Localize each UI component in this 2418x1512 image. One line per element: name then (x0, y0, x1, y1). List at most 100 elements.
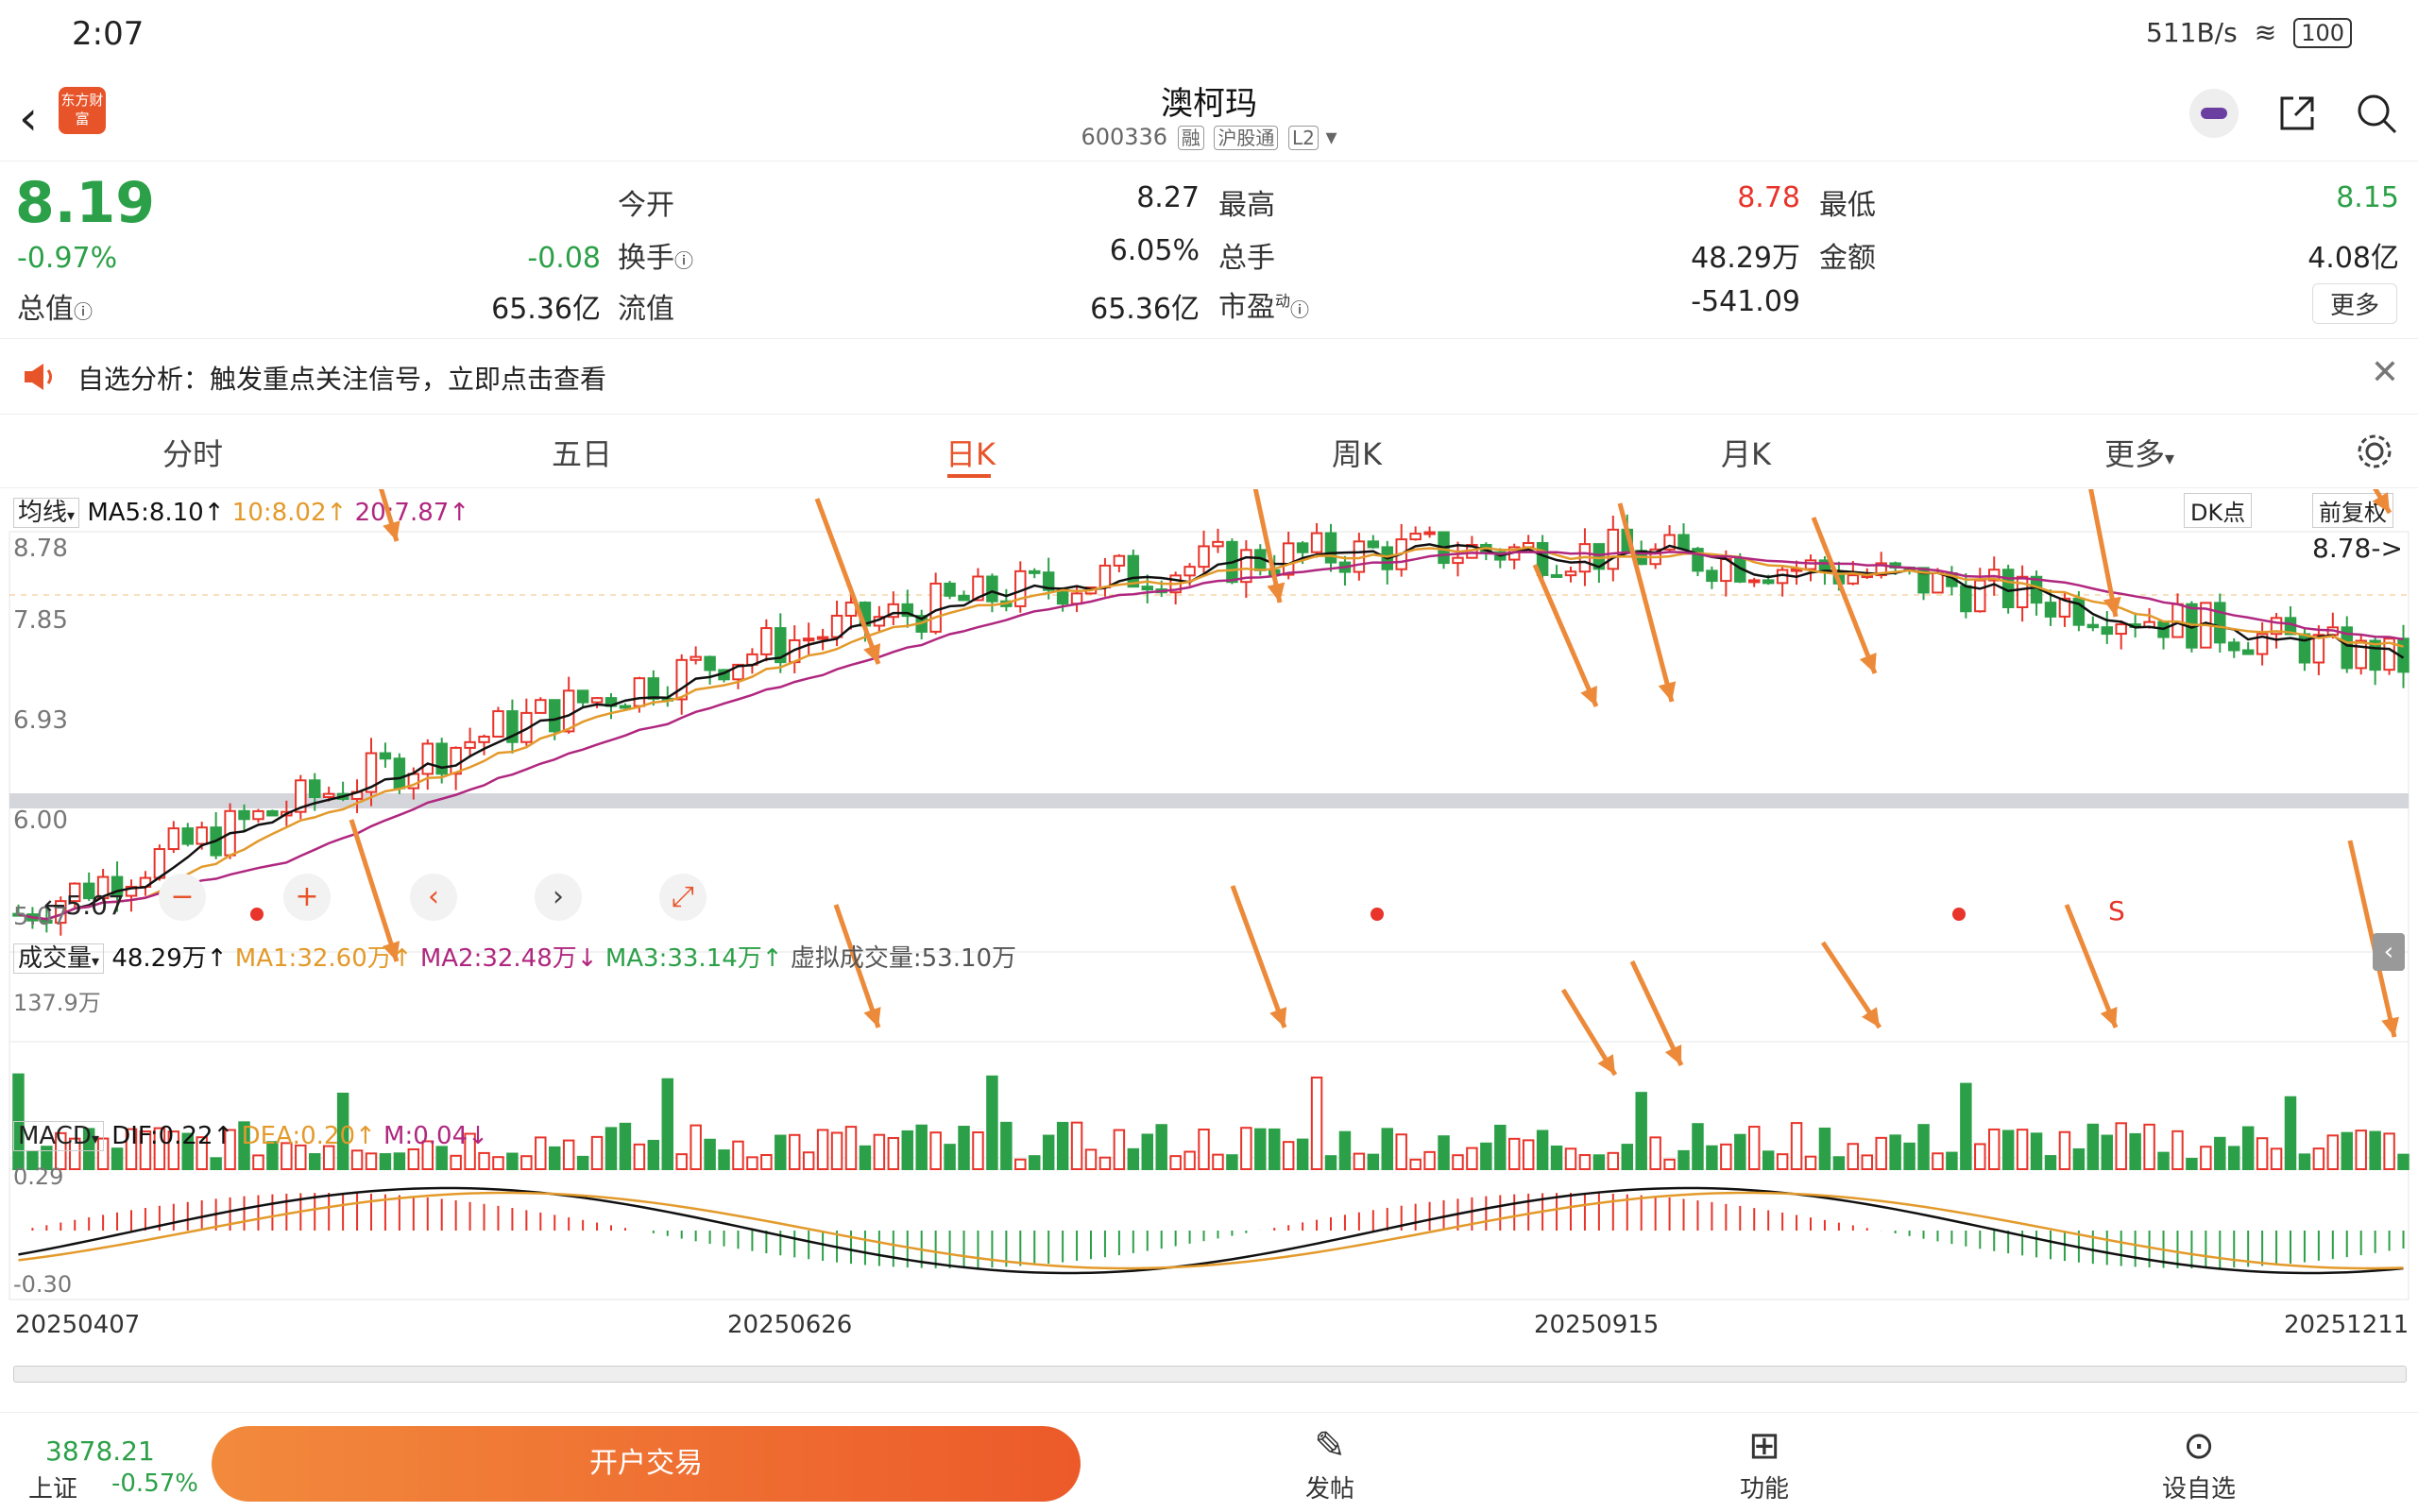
volume-bar (1889, 1134, 1901, 1170)
candle-body (1098, 564, 1112, 589)
volume-bar (2016, 1129, 2029, 1171)
volume-bar (1762, 1150, 1775, 1171)
volume-bar (1578, 1154, 1592, 1170)
volume-bar (1198, 1129, 1210, 1171)
tab-intraday[interactable]: 分时 (162, 431, 223, 474)
candle-body (196, 826, 208, 845)
candle-body (252, 809, 264, 821)
chart-scrollbar[interactable] (13, 1366, 2407, 1383)
volume-bar (816, 1129, 829, 1170)
candle-body (1974, 579, 1986, 613)
tab-more[interactable]: 更多▾ (2104, 431, 2174, 474)
volume-bar (915, 1124, 928, 1170)
volume-bar (887, 1136, 900, 1170)
open-account-trade-button[interactable]: 开户交易 (212, 1426, 1081, 1502)
mcap-label: 总值ⓘ (17, 293, 93, 326)
index-value: 3878.21 (45, 1436, 155, 1467)
tab-daily-k[interactable]: 日K (945, 431, 996, 474)
volume-bar (520, 1155, 533, 1170)
volume-bar (1269, 1128, 1281, 1170)
annotation-arrow (2373, 489, 2392, 515)
wifi-speed: 511B/s (2146, 17, 2238, 48)
candle-body (535, 699, 547, 714)
candle-body (1056, 588, 1069, 605)
candle-body (816, 636, 829, 640)
volume-selector[interactable]: 成交量▾ (13, 943, 105, 974)
tab-five-day[interactable]: 五日 (552, 431, 612, 474)
candle-body (309, 779, 321, 799)
volume-bar (1692, 1123, 1704, 1170)
volume-bar (2200, 1146, 2212, 1170)
volume-bar (972, 1130, 984, 1171)
post-button[interactable]: ✎ 发帖 (1273, 1422, 1387, 1504)
volume-bar (393, 1152, 406, 1170)
candle-body (2086, 623, 2100, 629)
volume-bar (1029, 1155, 1041, 1170)
volume-bar (1635, 1092, 1647, 1170)
volume-bar (1706, 1145, 1718, 1171)
volume-bar (2241, 1126, 2255, 1171)
float-value: 65.36亿 (1090, 293, 1200, 326)
low-label: 最低 (1819, 189, 1876, 222)
more-quote-button[interactable]: 更多 (2312, 283, 2398, 324)
zoom-in-button[interactable]: + (283, 874, 331, 921)
volume-bar (350, 1149, 364, 1171)
candle-body (1113, 554, 1126, 567)
candle-body (944, 582, 956, 597)
volume-bar (1607, 1151, 1620, 1171)
tab-weekly-k[interactable]: 周K (1332, 431, 1382, 474)
candle-body (1607, 528, 1620, 570)
volume-bar (1832, 1156, 1846, 1170)
gear-icon[interactable] (2354, 431, 2395, 472)
volume-bar (704, 1138, 716, 1170)
candle-body (2016, 575, 2029, 608)
ma5-line (18, 543, 2405, 921)
candle-body (1141, 586, 1153, 591)
scroll-left-button[interactable]: ‹ (410, 874, 457, 921)
candle-body (704, 655, 716, 671)
volume-bar (535, 1136, 547, 1171)
signal-dot (1371, 908, 1384, 921)
volume-bar (1183, 1150, 1196, 1170)
notice-bar[interactable]: 自选分析：触发重点关注信号，立即点击查看 ✕ (0, 340, 2418, 415)
wifi-icon: ≋ (2254, 17, 2277, 48)
candle-body (1804, 559, 1817, 570)
tag-hk-connect: 沪股通 (1214, 126, 1279, 150)
annotation-arrowhead (2381, 1016, 2399, 1037)
low-value: 8.15 (2336, 181, 2399, 214)
volume-label: 总手 (1218, 242, 1275, 275)
candle-body (393, 757, 406, 790)
volume-bar (1804, 1155, 1817, 1170)
change-percent: -0.97% (17, 242, 118, 275)
candle-body (2228, 641, 2240, 652)
tab-monthly-k[interactable]: 月K (1721, 431, 1771, 474)
add-watchlist-button[interactable]: ⊙ 设自选 (2142, 1422, 2256, 1504)
share-icon[interactable] (2274, 91, 2320, 136)
fullscreen-icon[interactable]: ⤢ (659, 874, 707, 921)
volume-bar (1240, 1127, 1252, 1171)
candle-body (760, 627, 773, 655)
candle-body (379, 752, 392, 760)
volume-bar (309, 1153, 321, 1171)
grid-icon: ⊞ (1748, 1424, 1780, 1468)
quote-panel: 8.19 -0.97% -0.08 总值ⓘ 65.36亿 今开 8.27 换手ⓘ… (0, 162, 2418, 339)
search-icon[interactable] (2354, 91, 2399, 136)
volume-bar (1226, 1154, 1238, 1170)
chart-area[interactable] (0, 489, 2418, 1368)
candle-body (266, 809, 279, 817)
stock-name: 澳柯玛 (1161, 85, 1257, 123)
function-button[interactable]: ⊞ 功能 (1708, 1422, 1821, 1504)
zoom-out-button[interactable]: − (159, 874, 206, 921)
band-overlay (9, 793, 2409, 808)
candle-body (2101, 626, 2113, 636)
stock-code-row[interactable]: 600336 融 沪股通 L2 ▾ (0, 123, 2418, 150)
avatar-icon[interactable] (2188, 87, 2240, 140)
close-icon[interactable]: ✕ (2371, 353, 2399, 392)
volume-bar (1974, 1143, 1986, 1170)
collapse-panel-icon[interactable]: ‹ (2373, 933, 2405, 971)
volume-bar (929, 1131, 942, 1171)
pe-sup: 动 (1275, 292, 1291, 310)
tag-margin: 融 (1177, 126, 1204, 150)
scroll-right-button[interactable]: › (535, 874, 582, 921)
macd-selector[interactable]: MACD▾ (13, 1121, 104, 1151)
